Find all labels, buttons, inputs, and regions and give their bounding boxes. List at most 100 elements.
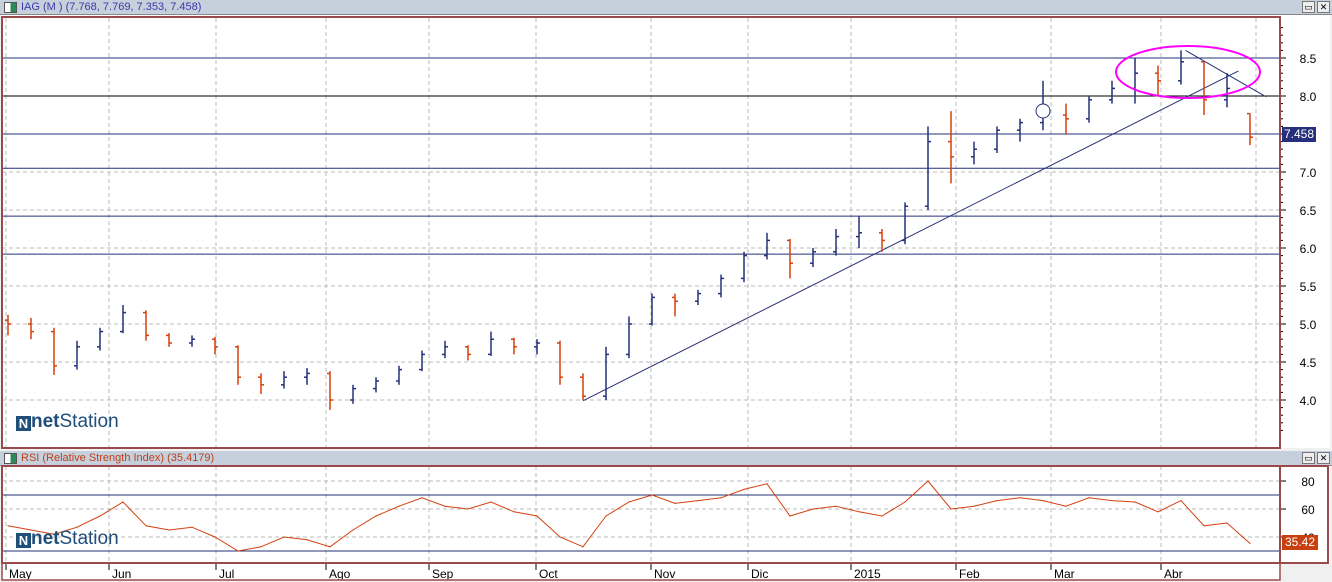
ohlc-bar [304, 368, 310, 385]
rsi-point [605, 515, 607, 517]
rsi-point [651, 494, 653, 496]
ohlc-bar [97, 327, 103, 351]
rsi-point [398, 505, 400, 507]
ohlc-bar [1063, 103, 1069, 134]
ohlc-bar [1247, 112, 1253, 146]
rsi-point [145, 525, 147, 527]
rsi-plot-border [1, 465, 1329, 564]
y-tick-label: 6.0 [1300, 242, 1317, 256]
ohlc-bar [419, 350, 425, 372]
x-tick-label: Sep [432, 567, 454, 581]
price-panel-title: IAG (M ) (7.768, 7.769, 7.353, 7.458) [21, 1, 202, 13]
ohlc-bar [327, 371, 333, 410]
ohlc-bar [143, 310, 149, 341]
ohlc-bar [511, 337, 517, 355]
rsi-point [99, 515, 101, 517]
ohlc-bar [488, 331, 494, 356]
ohlc-bar [1155, 65, 1161, 96]
rsi-point [996, 500, 998, 502]
ohlc-bar [603, 346, 609, 400]
ohlc-bar [396, 365, 402, 385]
ohlc-bar [856, 216, 862, 248]
x-tick-label: May [9, 567, 32, 581]
rsi-point [283, 536, 285, 538]
ohlc-bar [258, 373, 264, 394]
ohlc-bar [649, 293, 655, 326]
ohlc-bar [465, 345, 471, 361]
ohlc-bar [1109, 80, 1115, 104]
y-tick-label: 4.5 [1300, 356, 1317, 370]
ohlc-bar [902, 202, 908, 245]
rsi-point [513, 511, 515, 513]
rsi-point [950, 508, 952, 510]
panel-icon [4, 453, 17, 464]
y-tick-label: 7.0 [1300, 166, 1317, 180]
rsi-point [559, 536, 561, 538]
ohlc-bar [741, 251, 747, 283]
ohlc-bar [557, 340, 563, 385]
close-button[interactable]: ✕ [1317, 452, 1330, 464]
ohlc-bar [672, 293, 678, 317]
ohlc-bar [879, 229, 885, 252]
rsi-point [536, 515, 538, 517]
y-tick-label: 4.0 [1300, 394, 1317, 408]
rsi-point [329, 546, 331, 548]
rsi-point [1226, 522, 1228, 524]
panel-icon [4, 2, 17, 13]
rsi-point [375, 515, 377, 517]
ohlc-bar [189, 335, 195, 347]
ohlc-bar [120, 305, 126, 334]
ohlc-bar [235, 345, 241, 385]
trendline [1185, 49, 1267, 98]
rsi-point [421, 497, 423, 499]
x-tick-label: 2015 [854, 567, 881, 581]
rsi-point [858, 511, 860, 513]
rsi-point [191, 526, 193, 528]
rsi-point [1203, 525, 1205, 527]
ohlc-bar [994, 126, 1000, 153]
ohlc-bar [718, 274, 724, 298]
ohlc-bar [1086, 96, 1092, 123]
time-axis-area [2, 563, 1280, 580]
rsi-point [904, 501, 906, 503]
ohlc-bar [166, 333, 172, 347]
rsi-point [1111, 500, 1113, 502]
rsi-point [1088, 497, 1090, 499]
rsi-point [766, 483, 768, 485]
rsi-plot-area [2, 466, 1280, 563]
y-tick-label: 8.5 [1300, 52, 1317, 66]
rsi-tick-label: 60 [1301, 503, 1315, 517]
rsi-point [352, 529, 354, 531]
ohlc-bar [787, 238, 793, 279]
x-tick-label: Jun [112, 567, 131, 581]
restore-button[interactable]: ▭ [1302, 1, 1315, 13]
netstation-logo: NnetStation [16, 411, 119, 433]
rsi-point [812, 508, 814, 510]
ohlc-bar [74, 340, 80, 370]
rsi-point [122, 501, 124, 503]
rsi-point [881, 515, 883, 517]
chart-canvas[interactable]: May Jun Jul Ago Sep Oct Nov Dic 2015 Feb Mar Abr 4.0… [0, 0, 1332, 582]
x-tick-label: Jul [219, 567, 234, 581]
restore-button[interactable]: ▭ [1302, 452, 1315, 464]
x-tick-label: Ago [329, 567, 351, 581]
price-panel-header: IAG (M ) (7.768, 7.769, 7.353, 7.458) ▭ … [0, 0, 1332, 15]
rsi-point [628, 501, 630, 503]
rsi-point [7, 525, 9, 527]
last-price-label: 7.458 [1282, 127, 1317, 142]
rsi-point [306, 539, 308, 541]
ohlc-bar [534, 339, 540, 355]
ohlc-bar [1224, 73, 1230, 108]
ohlc-bar [1132, 58, 1138, 104]
rsi-point [1249, 542, 1251, 545]
last-rsi-label: 35.42 [1282, 535, 1319, 550]
y-tick-label: 5.0 [1300, 318, 1317, 332]
rsi-point [444, 505, 446, 507]
rsi-point [1065, 505, 1067, 507]
marker-circle [1035, 103, 1051, 119]
close-button[interactable]: ✕ [1317, 1, 1330, 13]
ohlc-bar [833, 229, 839, 256]
price-plot-area [2, 15, 1280, 448]
time-axis-border [1, 562, 1281, 581]
x-tick-label: Abr [1164, 567, 1183, 581]
